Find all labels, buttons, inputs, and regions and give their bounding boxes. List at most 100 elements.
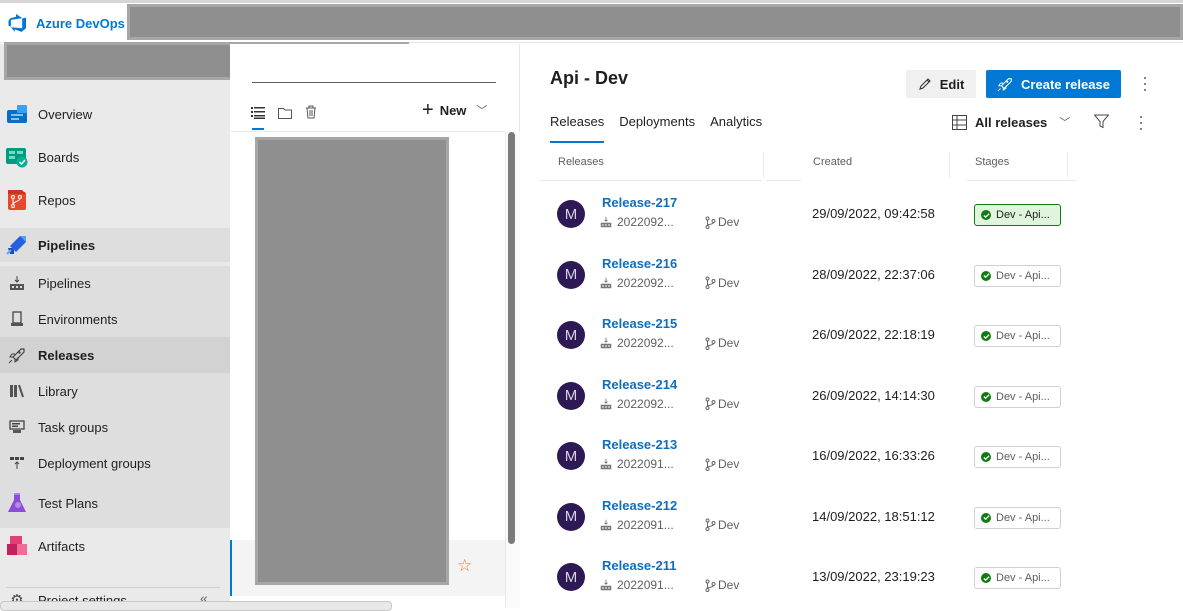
- sidebar-item-deployment-groups[interactable]: Deployment groups: [0, 450, 230, 476]
- branch-icon: [705, 397, 716, 410]
- branch-name: Dev: [718, 215, 740, 229]
- sidebar-item-boards[interactable]: Boards: [0, 142, 230, 172]
- release-link[interactable]: Release-214: [602, 377, 677, 392]
- release-link[interactable]: Release-212: [602, 498, 677, 513]
- sidebar-item-task-groups[interactable]: Task groups: [0, 414, 230, 440]
- release-artifact-info: 2022091... Dev: [600, 518, 739, 532]
- branch-name: Dev: [718, 336, 740, 350]
- release-row[interactable]: M Release-215 2022092... Dev 26/09/2022,…: [550, 309, 1110, 369]
- column-header-stages[interactable]: Stages: [975, 156, 1009, 168]
- stage-badge[interactable]: Dev - Api...: [974, 204, 1061, 226]
- pipelines-icon: [6, 272, 28, 294]
- avatar: M: [557, 260, 585, 289]
- sidebar-item-pipelines[interactable]: Pipelines: [0, 270, 230, 296]
- trash-icon[interactable]: [303, 104, 319, 120]
- sidebar-item-artifacts[interactable]: Artifacts: [0, 531, 230, 561]
- boards-icon: [6, 146, 28, 168]
- definitions-search-input[interactable]: [252, 82, 496, 83]
- release-row[interactable]: M Release-213 2022091... Dev 16/09/2022,…: [550, 430, 1110, 490]
- redacted-breadcrumb: [127, 4, 1183, 40]
- tab-analytics[interactable]: Analytics: [710, 114, 762, 143]
- sidebar-item-label: Library: [38, 383, 78, 399]
- azure-devops-logo[interactable]: Azure DevOps: [8, 13, 125, 33]
- stage-badge[interactable]: Dev - Api...: [974, 446, 1061, 468]
- created-date: 26/09/2022, 22:18:19: [812, 327, 935, 342]
- chevron-down-icon: ﹀: [1059, 117, 1071, 129]
- avatar: M: [557, 563, 585, 591]
- stage-badge[interactable]: Dev - Api...: [974, 264, 1061, 287]
- build-icon: [600, 398, 612, 409]
- success-check-icon: [981, 512, 991, 523]
- sidebar-item-label: Test Plans: [38, 495, 98, 511]
- favorite-star-icon[interactable]: ☆: [457, 556, 472, 576]
- sidebar-item-label: Pipelines: [38, 237, 96, 253]
- success-check-icon: [981, 210, 991, 220]
- release-row[interactable]: M Release-211 2022091... Dev 13/09/2022,…: [550, 551, 1110, 611]
- sidebar-item-label: Task groups: [38, 419, 109, 435]
- build-number: 2022092...: [617, 396, 674, 411]
- definitions-scrollbar-thumb[interactable]: [508, 132, 515, 544]
- column-header-releases[interactable]: Releases: [558, 156, 604, 168]
- release-row[interactable]: M Release-212 2022091... Dev 14/09/2022,…: [550, 491, 1110, 551]
- more-options-icon[interactable]: [1135, 114, 1147, 132]
- filter-icon[interactable]: [1093, 114, 1110, 134]
- avatar: M: [557, 442, 585, 470]
- edit-button[interactable]: Edit: [906, 70, 976, 98]
- stage-name: Dev - Api...: [996, 572, 1050, 584]
- release-row[interactable]: M Release-217 2022092... Dev 29/09/2022,…: [550, 188, 1110, 248]
- build-icon: [600, 277, 612, 288]
- release-link[interactable]: Release-211: [602, 558, 676, 573]
- stage-name: Dev - Api...: [996, 451, 1050, 463]
- create-release-button[interactable]: Create release: [986, 70, 1121, 98]
- tab-deployments[interactable]: Deployments: [619, 114, 695, 143]
- stage-badge[interactable]: Dev - Api...: [974, 567, 1061, 589]
- stage-badge[interactable]: Dev - Api...: [974, 385, 1061, 408]
- sidebar-item-test-plans[interactable]: Test Plans: [0, 488, 230, 518]
- branch-name: Dev: [718, 275, 740, 290]
- sidebar-item-library[interactable]: Library: [0, 378, 230, 404]
- release-row[interactable]: M Release-216 2022092... Dev 28/09/2022,…: [550, 249, 1110, 309]
- sidebar-item-releases[interactable]: Releases: [0, 337, 230, 373]
- view-selector[interactable]: All releases ﹀: [952, 114, 1070, 130]
- sidebar-item-environments[interactable]: Environments: [0, 306, 230, 332]
- header-underline: [766, 180, 801, 181]
- release-link[interactable]: Release-217: [602, 195, 677, 210]
- release-link[interactable]: Release-213: [602, 437, 677, 452]
- branch-icon: [705, 579, 716, 592]
- sidebar-item-label: Environments: [38, 311, 118, 327]
- created-date: 29/09/2022, 09:42:58: [812, 206, 935, 221]
- column-header-created[interactable]: Created: [813, 156, 852, 168]
- stage-badge[interactable]: Dev - Api...: [974, 506, 1061, 529]
- sidebar-item-label: Releases: [38, 347, 95, 363]
- stage-name: Dev - Api...: [996, 269, 1050, 282]
- sidebar-item-overview[interactable]: Overview: [0, 99, 230, 129]
- tab-releases[interactable]: Releases: [550, 114, 605, 143]
- folder-icon[interactable]: [277, 105, 293, 121]
- column-separator: [1067, 152, 1068, 178]
- page-title: Api - Dev: [550, 68, 629, 88]
- stage-name: Dev - Api...: [996, 209, 1050, 221]
- new-definition-button[interactable]: + New ﹀: [422, 100, 488, 120]
- library-icon: [6, 380, 28, 402]
- sidebar: Overview Boards Repos Pipelines Pipeline…: [0, 44, 230, 609]
- list-view-active-indicator: [252, 128, 264, 130]
- avatar: M: [557, 381, 585, 410]
- sidebar-item-pipelines-hub[interactable]: Pipelines: [0, 228, 230, 262]
- sidebar-item-label: Repos: [38, 192, 76, 208]
- repos-icon: [6, 189, 28, 211]
- branch-icon: [705, 518, 716, 531]
- toolbar-divider: [230, 131, 505, 132]
- sidebar-item-repos[interactable]: Repos: [0, 185, 230, 215]
- release-link[interactable]: Release-215: [602, 316, 677, 331]
- column-separator: [763, 152, 764, 178]
- list-view-icon[interactable]: [250, 105, 266, 121]
- release-row[interactable]: M Release-214 2022092... Dev 26/09/2022,…: [550, 370, 1110, 430]
- release-artifact-info: 2022092... Dev: [600, 336, 739, 350]
- chevron-down-icon: ﹀: [476, 105, 488, 117]
- more-actions-icon[interactable]: [1139, 75, 1151, 93]
- build-number: 2022091...: [617, 457, 674, 471]
- app-name: Azure DevOps: [36, 15, 125, 31]
- column-separator: [949, 152, 950, 178]
- stage-badge[interactable]: Dev - Api...: [974, 325, 1061, 347]
- release-link[interactable]: Release-216: [602, 256, 677, 271]
